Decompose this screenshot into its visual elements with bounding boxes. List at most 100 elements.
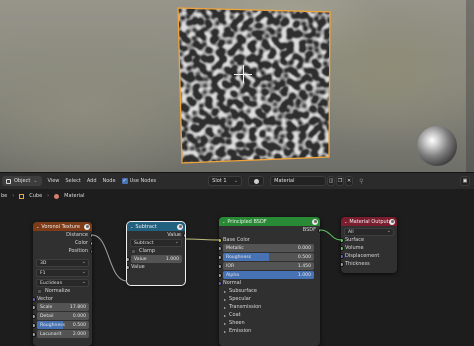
roughness-slider[interactable]: Roughness 0.500 xyxy=(37,321,89,329)
sidebar-toggle-icon[interactable]: ▣ xyxy=(460,176,470,186)
scale-socket[interactable] xyxy=(33,304,36,310)
surface-socket[interactable] xyxy=(341,237,344,243)
collapse-icon[interactable]: ⌄ xyxy=(222,219,225,224)
normalize-checkbox-row[interactable]: Normalize xyxy=(33,287,92,295)
principled-bsdf-node[interactable]: ⌄ Principled BSDF BSDF Base Color Metall… xyxy=(219,217,320,346)
value-output-socket[interactable] xyxy=(182,232,185,238)
vector-socket[interactable] xyxy=(33,296,36,302)
object-mode-dropdown[interactable]: Object ⌄ xyxy=(2,176,42,186)
node-editor-header: Object ⌄ View Select Add Node ✓ Use Node… xyxy=(0,172,474,189)
chevron-right-icon: ▸ xyxy=(224,296,227,302)
panel-emission[interactable]: ▸ Emission xyxy=(219,327,320,335)
alpha-slider[interactable]: Alpha 1.000 xyxy=(223,271,314,279)
menu-add[interactable]: Add xyxy=(87,178,97,184)
panel-subsurface[interactable]: ▸ Subsurface xyxy=(219,287,320,295)
value-b-socket[interactable] xyxy=(127,264,130,270)
material-sphere-icon xyxy=(253,178,259,184)
voronoi-texture-node[interactable]: ⌄ Voronoi Texture Distance Color Positio… xyxy=(33,222,92,346)
voronoi-cube[interactable] xyxy=(0,0,474,172)
voronoi-node-header[interactable]: ⌄ Voronoi Texture xyxy=(33,222,92,231)
displacement-socket[interactable] xyxy=(341,253,344,259)
distance-metric-dropdown[interactable]: Euclidean xyxy=(36,279,89,287)
duplicate-material-icon[interactable]: ❐ xyxy=(336,176,345,186)
pin-icon[interactable]: ⚲ xyxy=(359,178,363,185)
panel-coat[interactable]: ▸ Coat xyxy=(219,311,320,319)
clamp-checkbox-row[interactable]: Clamp xyxy=(127,247,185,255)
use-nodes-toggle[interactable]: ✓ Use Nodes xyxy=(121,178,156,184)
menu-view[interactable]: View xyxy=(48,178,60,184)
alpha-socket[interactable] xyxy=(219,272,222,278)
metallic-socket[interactable] xyxy=(219,245,222,251)
target-dropdown[interactable]: All xyxy=(344,228,394,236)
breadcrumb: be › Cube › Material xyxy=(0,189,474,203)
thickness-socket[interactable] xyxy=(341,261,344,267)
normalize-checkbox[interactable] xyxy=(37,288,42,294)
field-label: Roughness xyxy=(40,322,66,328)
voronoi-output-distance: Distance xyxy=(33,231,92,239)
value-a-field[interactable]: Value 1.000 xyxy=(131,255,182,263)
panel-sheen[interactable]: ▸ Sheen xyxy=(219,319,320,327)
node-preview-icon[interactable] xyxy=(389,218,395,225)
roughness-socket[interactable] xyxy=(219,254,222,260)
fake-user-icon[interactable]: ◫ xyxy=(327,176,336,186)
base-color-label: Base Color xyxy=(223,237,250,243)
menu-node[interactable]: Node xyxy=(103,178,116,184)
lacunarity-field[interactable]: Lacunarit 2.000 xyxy=(37,330,89,338)
chevron-right-icon: ▸ xyxy=(224,312,227,318)
breadcrumb-object: Cube xyxy=(29,193,43,199)
roughness-slider[interactable]: Roughness 0.500 xyxy=(223,253,314,261)
roughness-socket[interactable] xyxy=(33,322,36,328)
normal-socket[interactable] xyxy=(219,280,222,286)
color-socket[interactable] xyxy=(89,240,92,246)
collapse-icon[interactable]: ⌄ xyxy=(130,224,133,229)
collapse-icon[interactable]: ⌄ xyxy=(36,224,39,229)
input-label: Surface xyxy=(345,237,365,243)
dimensions-dropdown[interactable]: 3D xyxy=(36,259,89,267)
collapse-icon[interactable]: ⌄ xyxy=(344,219,347,224)
slot-dropdown[interactable]: Slot 1 ⌄ xyxy=(208,176,243,186)
chevron-down-icon: ⌄ xyxy=(33,178,38,184)
material-name-field[interactable]: Material xyxy=(270,176,327,186)
vector-input: Vector xyxy=(33,295,92,303)
node-preview-icon[interactable] xyxy=(177,223,183,230)
breadcrumb-material: Material xyxy=(64,193,85,199)
panel-specular[interactable]: ▸ Specular xyxy=(219,295,320,303)
metallic-field[interactable]: Metallic 0.000 xyxy=(223,244,314,252)
detail-socket[interactable] xyxy=(33,313,36,319)
operation-dropdown[interactable]: Subtract xyxy=(130,239,182,247)
field-value: 0.500 xyxy=(297,254,311,260)
subtract-math-node[interactable]: ⌄ Subtract Value Subtract Clamp Value 1.0… xyxy=(126,221,186,286)
field-value: 1.000 xyxy=(297,272,311,278)
clamp-checkbox[interactable] xyxy=(131,248,136,254)
output-node-header[interactable]: ⌄ Material Output xyxy=(341,217,397,226)
ior-field[interactable]: IOR 1.450 xyxy=(223,262,314,270)
node-preview-icon[interactable] xyxy=(84,223,90,230)
distance-socket[interactable] xyxy=(89,232,92,238)
value-b-input: Value xyxy=(127,263,185,271)
feature-dropdown[interactable]: F1 xyxy=(36,269,89,277)
lacunarity-input: Lacunarit 2.000 xyxy=(33,330,92,338)
3d-viewport[interactable] xyxy=(0,0,474,172)
output-label: BSDF xyxy=(302,227,316,233)
menu-select[interactable]: Select xyxy=(65,178,80,184)
scale-field[interactable]: Scale 17.800 xyxy=(37,303,89,311)
position-socket[interactable] xyxy=(89,248,92,254)
volume-socket[interactable] xyxy=(341,245,344,251)
node-preview-icon[interactable] xyxy=(312,218,318,225)
value-a-socket[interactable] xyxy=(127,256,130,262)
base-color-socket[interactable] xyxy=(219,237,222,243)
subtract-node-header[interactable]: ⌄ Subtract xyxy=(127,222,185,231)
bsdf-node-header[interactable]: ⌄ Principled BSDF xyxy=(219,217,320,226)
input-label: Thickness xyxy=(345,261,370,267)
bsdf-output-socket[interactable] xyxy=(317,227,320,233)
ior-socket[interactable] xyxy=(219,263,222,269)
unlink-icon[interactable]: ✕ xyxy=(345,176,354,186)
material-preview-sphere xyxy=(417,126,457,166)
panel-transmission[interactable]: ▸ Transmission xyxy=(219,303,320,311)
subtract-output-value: Value xyxy=(127,231,185,239)
use-nodes-checkbox[interactable]: ✓ xyxy=(121,178,128,184)
browse-material-button[interactable] xyxy=(248,176,265,186)
detail-field[interactable]: Detail 0.000 xyxy=(37,312,89,320)
lacunarity-socket[interactable] xyxy=(33,331,36,337)
material-output-node[interactable]: ⌄ Material Output All Surface Volume Dis… xyxy=(341,217,397,273)
